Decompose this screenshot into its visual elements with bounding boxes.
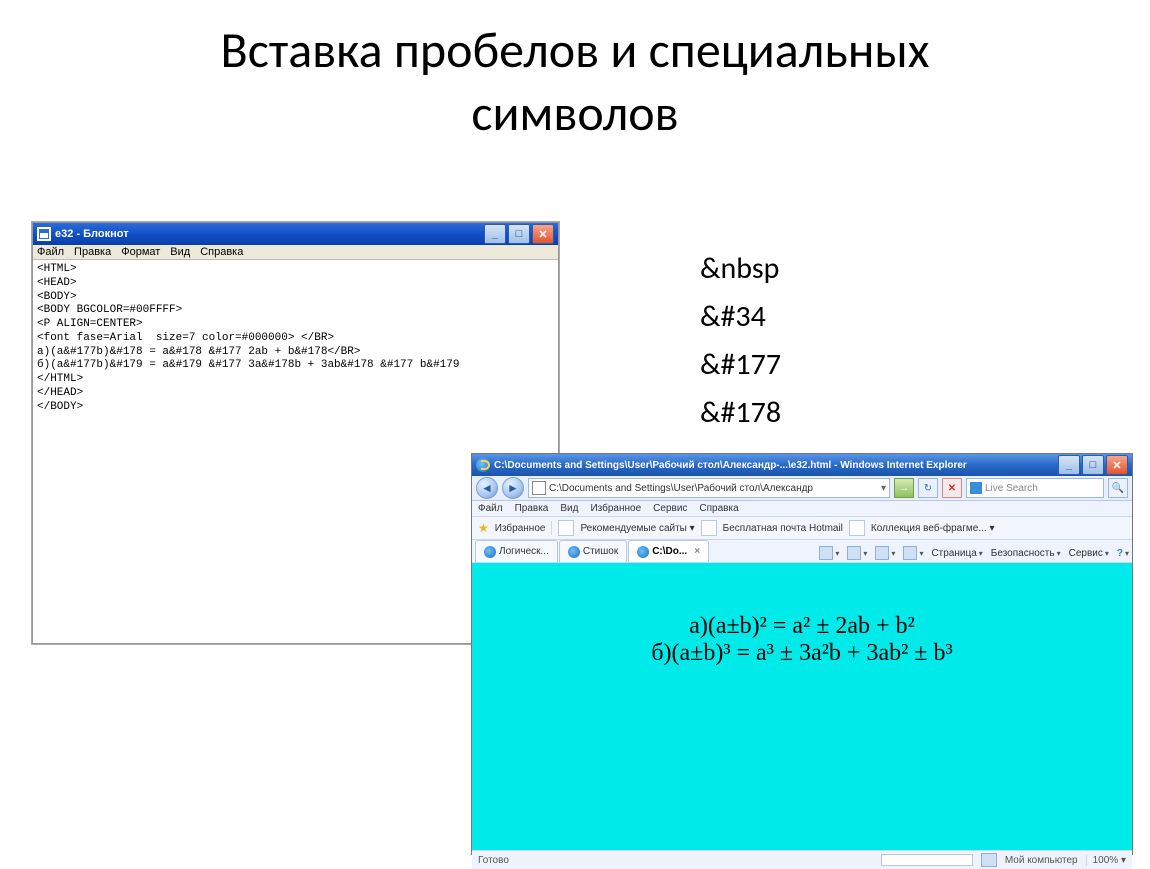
ie-favorites-bar: ★ Избранное Рекомендуемые сайты ▾ Беспла… [472, 517, 1132, 540]
mail-icon [875, 546, 889, 560]
ie-command-bar: ▾ ▾ ▾ ▾ Страница ▾ Безопасность ▾ Сервис… [819, 546, 1129, 562]
entity-177: &#177 [700, 341, 781, 389]
notepad-menu: Файл Правка Формат Вид Справка [33, 245, 558, 260]
ie-tab-strip: Логическ... Стишок C:\Do... × ▾ ▾ ▾ ▾ Стр… [472, 540, 1132, 563]
entity-34: &#34 [700, 293, 781, 341]
page-icon [532, 481, 546, 495]
menu-format[interactable]: Формат [121, 246, 160, 258]
search-placeholder: Live Search [985, 483, 1038, 494]
tab-icon [484, 546, 496, 558]
notepad-title-text: е32 - Блокнот [55, 228, 129, 240]
tab-close-icon[interactable]: × [694, 546, 700, 557]
notepad-textarea[interactable]: <HTML> <HEAD> <BODY> <BODY BGCOLOR=#00FF… [33, 260, 558, 417]
ie-titlebar[interactable]: C:\Documents and Settings\User\Рабочий с… [472, 454, 1132, 476]
tab-2-label: Стишок [583, 546, 618, 557]
close-button[interactable]: ✕ [532, 224, 554, 244]
tab-1[interactable]: Логическ... [475, 540, 558, 562]
rss-icon [847, 546, 861, 560]
help-icon: ? [1117, 548, 1123, 559]
ie-menu-service[interactable]: Сервис [653, 503, 687, 514]
rendered-line-1: а)(a±b)² = a² ± 2ab + b² [472, 613, 1132, 640]
favlink-icon [558, 520, 574, 536]
mail-button[interactable]: ▾ [875, 546, 895, 560]
help-button[interactable]: ?▾ [1117, 548, 1129, 559]
page-menu[interactable]: Страница ▾ [931, 548, 982, 559]
service-menu-label: Сервис [1069, 548, 1103, 559]
fav-recommended[interactable]: Рекомендуемые сайты ▾ [580, 523, 694, 534]
tab-3-active[interactable]: C:\Do... × [628, 540, 709, 562]
slide-title-line2: символов [0, 83, 1150, 146]
service-menu[interactable]: Сервис ▾ [1069, 548, 1109, 559]
safety-menu-label: Безопасность [991, 548, 1055, 559]
search-icon: 🔍 [1112, 483, 1124, 494]
ie-window: C:\Documents and Settings\User\Рабочий с… [471, 453, 1133, 855]
menu-help[interactable]: Справка [200, 246, 243, 258]
ie-icon [476, 458, 490, 472]
tab-icon [568, 546, 580, 558]
tab-2[interactable]: Стишок [559, 540, 627, 562]
go-button[interactable]: → [894, 478, 914, 498]
menu-file[interactable]: Файл [37, 246, 64, 258]
fav-hotmail[interactable]: Бесплатная почта Hotmail [723, 523, 843, 534]
ie-menu-favorites[interactable]: Избранное [590, 503, 641, 514]
back-button[interactable]: ◄ [476, 477, 498, 499]
bing-icon [970, 482, 982, 494]
address-dropdown-icon[interactable]: ▾ [881, 483, 886, 494]
home-icon [819, 546, 833, 560]
menu-edit[interactable]: Правка [74, 246, 111, 258]
notepad-titlebar[interactable]: е32 - Блокнот _ □ ✕ [33, 223, 558, 245]
favorites-label[interactable]: Избранное [495, 523, 546, 534]
entity-178: &#178 [700, 389, 781, 437]
ie-menu-edit[interactable]: Правка [515, 503, 549, 514]
tab-3-label: C:\Do... [652, 546, 687, 557]
address-text: C:\Documents and Settings\User\Рабочий с… [549, 483, 813, 494]
rendered-line-2: б)(a±b)³ = a³ ± 3a²b + 3ab² ± b³ [472, 640, 1132, 667]
menu-view[interactable]: Вид [170, 246, 190, 258]
tab-icon [637, 546, 649, 558]
ie-menubar: Файл Правка Вид Избранное Сервис Справка [472, 501, 1132, 517]
ie-viewport: а)(a±b)² = a² ± 2ab + b² б)(a±b)³ = a³ ±… [472, 563, 1132, 850]
favlink-icon-3 [849, 520, 865, 536]
ie-title-text: C:\Documents and Settings\User\Рабочий с… [494, 460, 1058, 471]
safety-menu[interactable]: Безопасность ▾ [991, 548, 1061, 559]
slide-title: Вставка пробелов и специальных символов [0, 0, 1150, 145]
zone-icon [981, 853, 997, 867]
favorites-star-icon[interactable]: ★ [478, 521, 489, 535]
slide-title-line1: Вставка пробелов и специальных [0, 20, 1150, 83]
fav-fragments[interactable]: Коллекция веб-фрагме... ▾ [871, 523, 995, 534]
print-icon [903, 546, 917, 560]
address-bar[interactable]: C:\Documents and Settings\User\Рабочий с… [528, 478, 890, 498]
refresh-button[interactable]: ↻ [918, 478, 938, 498]
maximize-button[interactable]: □ [508, 224, 530, 244]
tab-1-label: Логическ... [499, 546, 549, 557]
ie-nav-toolbar: ◄ ► C:\Documents and Settings\User\Рабоч… [472, 476, 1132, 501]
progress-bar [881, 854, 973, 866]
forward-button[interactable]: ► [502, 477, 524, 499]
page-menu-label: Страница [931, 548, 976, 559]
ie-statusbar: Готово Мой компьютер 100% ▾ [472, 850, 1132, 869]
ie-close-button[interactable]: ✕ [1106, 455, 1128, 475]
ie-menu-file[interactable]: Файл [478, 503, 503, 514]
ie-minimize-button[interactable]: _ [1058, 455, 1080, 475]
entity-list: &nbsp &#34 &#177 &#178 [700, 245, 781, 437]
search-box[interactable]: Live Search [966, 478, 1104, 498]
stop-button[interactable]: ✕ [942, 478, 962, 498]
home-button[interactable]: ▾ [819, 546, 839, 560]
print-button[interactable]: ▾ [903, 546, 923, 560]
ie-menu-view[interactable]: Вид [560, 503, 578, 514]
notepad-icon [37, 227, 51, 241]
minimize-button[interactable]: _ [484, 224, 506, 244]
entity-nbsp: &nbsp [700, 245, 781, 293]
feeds-button[interactable]: ▾ [847, 546, 867, 560]
favlink-icon-2 [701, 520, 717, 536]
search-button[interactable]: 🔍 [1108, 478, 1128, 498]
ie-maximize-button[interactable]: □ [1082, 455, 1104, 475]
ie-menu-help[interactable]: Справка [699, 503, 738, 514]
